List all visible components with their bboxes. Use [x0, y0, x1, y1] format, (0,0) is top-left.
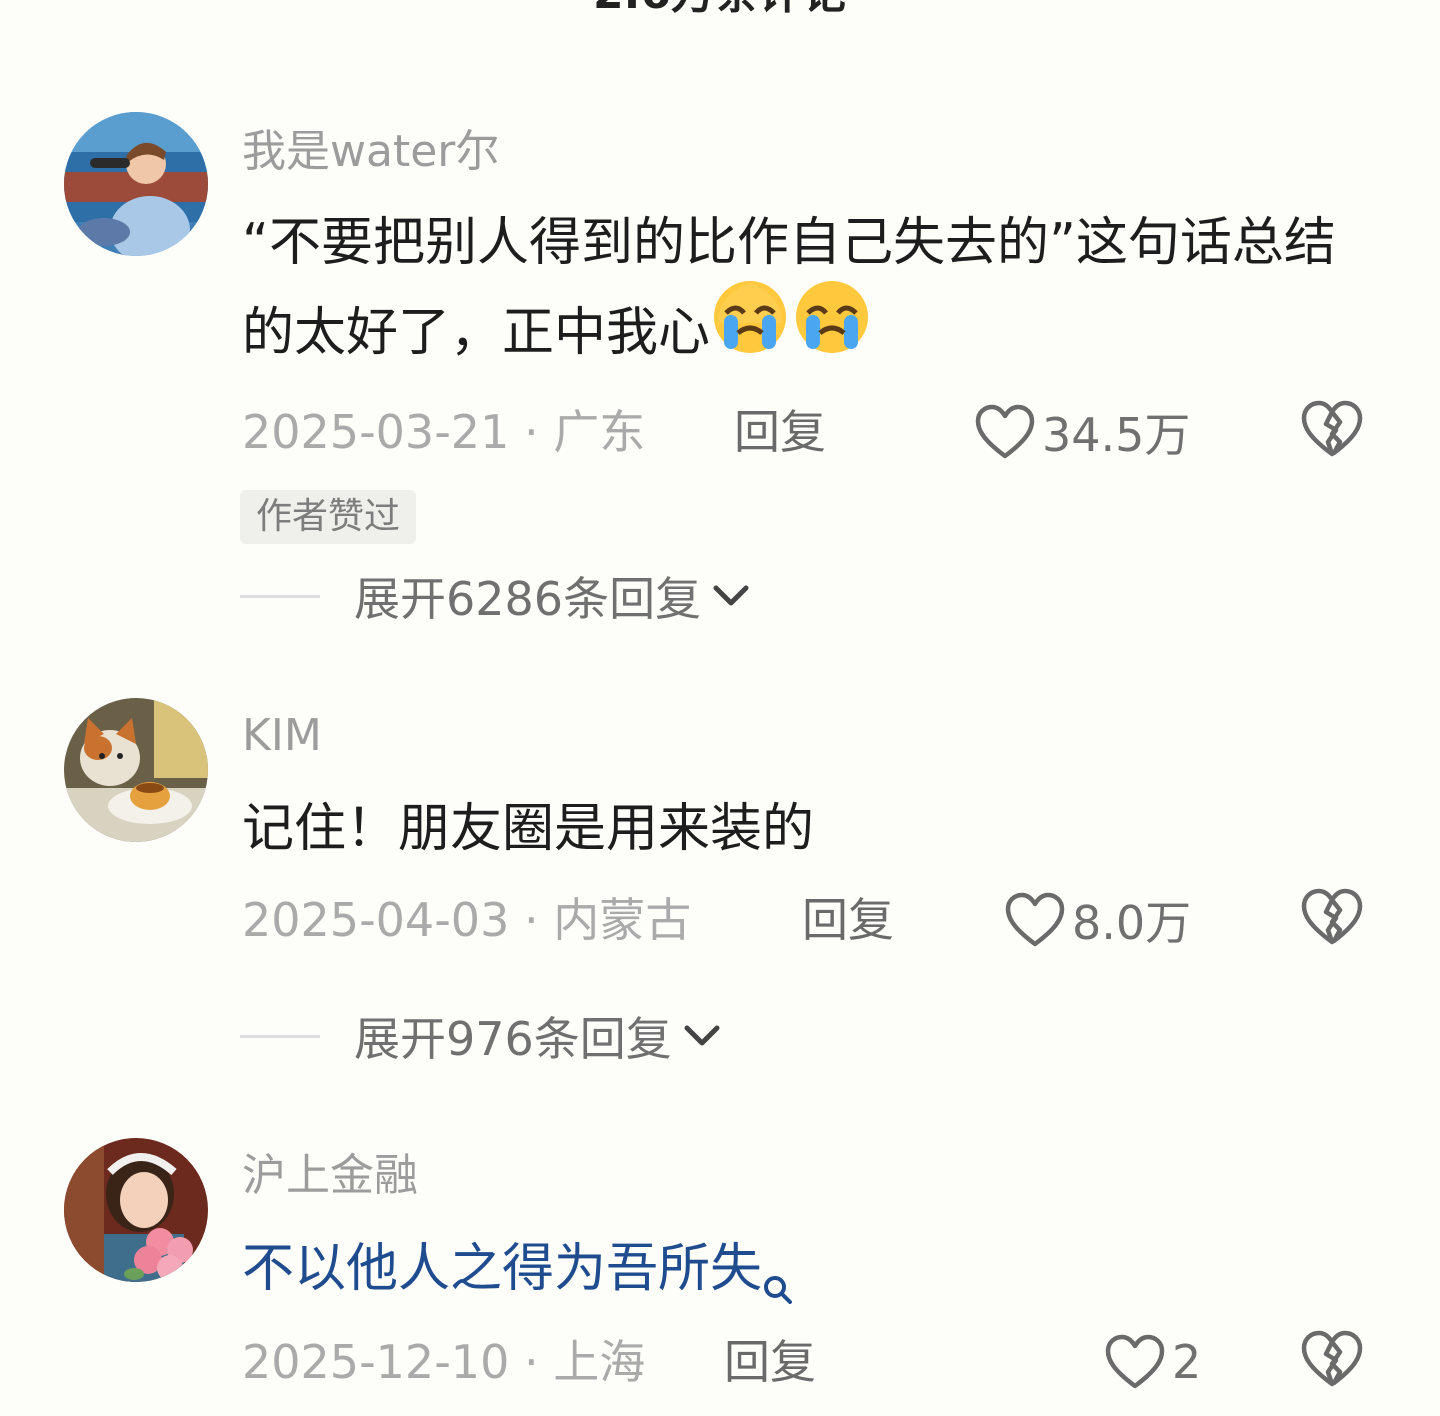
- chevron-down-icon: [684, 1025, 720, 1046]
- like-button[interactable]: 2: [1104, 1330, 1201, 1394]
- avatar[interactable]: [64, 1138, 208, 1282]
- date-location: 2025-04-03 · 内蒙古: [242, 893, 692, 947]
- expand-replies-button[interactable]: 展开976条回复: [240, 1006, 722, 1066]
- expand-replies-button[interactable]: 展开6286条回复: [240, 566, 751, 626]
- broken-heart-icon: [1301, 400, 1363, 457]
- date-location: 2025-03-21 · 广东: [242, 405, 646, 459]
- comment-text: “不要把别人得到的比作自己失去的”这句话总结的太好了，正中我心: [242, 198, 1382, 383]
- heart-icon: [1005, 892, 1065, 947]
- search-icon: [762, 1244, 794, 1334]
- username[interactable]: 沪上金融: [242, 1150, 418, 1202]
- comment-text-link[interactable]: 不以他人之得为吾所失: [242, 1224, 1382, 1334]
- heart-icon: [975, 404, 1035, 459]
- heart-icon: [1105, 1334, 1165, 1389]
- divider: [240, 594, 320, 598]
- comment-count-title: 2.6万条评论: [0, 0, 1440, 16]
- comment-text: 记住！朋友圈是用来装的: [242, 784, 1382, 874]
- comment-text-content: 记住！朋友圈是用来装的: [242, 799, 815, 859]
- author-liked-badge: 作者赞过: [240, 490, 417, 544]
- username[interactable]: KIM: [242, 710, 322, 762]
- expand-replies-label: 展开6286条回复: [354, 572, 702, 626]
- like-button[interactable]: 8.0万: [1004, 888, 1191, 952]
- broken-heart-icon: [1301, 888, 1363, 945]
- chevron-down-icon: [713, 585, 749, 606]
- reply-button[interactable]: 回复: [802, 892, 894, 948]
- dislike-button[interactable]: [1300, 398, 1364, 462]
- expand-replies-label: 展开976条回复: [354, 1012, 672, 1066]
- dislike-button[interactable]: [1300, 886, 1364, 950]
- dislike-button[interactable]: [1300, 1328, 1364, 1392]
- comment-text-content[interactable]: 不以他人之得为吾所失: [242, 1239, 762, 1299]
- avatar[interactable]: [64, 112, 208, 256]
- reply-button[interactable]: 回复: [724, 1334, 816, 1390]
- like-count: 34.5万: [1042, 408, 1191, 462]
- username[interactable]: 我是water尔: [242, 126, 499, 178]
- broken-heart-icon: [1301, 1330, 1363, 1387]
- avatar[interactable]: [64, 698, 208, 842]
- like-button[interactable]: 34.5万: [974, 400, 1190, 464]
- loudly-crying-face-icon: [710, 277, 792, 383]
- like-count: 2: [1172, 1335, 1202, 1389]
- reply-button[interactable]: 回复: [734, 404, 826, 460]
- loudly-crying-face-icon: [792, 277, 874, 383]
- date-location: 2025-12-10 · 上海: [242, 1335, 646, 1389]
- like-count: 8.0万: [1072, 896, 1192, 950]
- divider: [240, 1034, 320, 1038]
